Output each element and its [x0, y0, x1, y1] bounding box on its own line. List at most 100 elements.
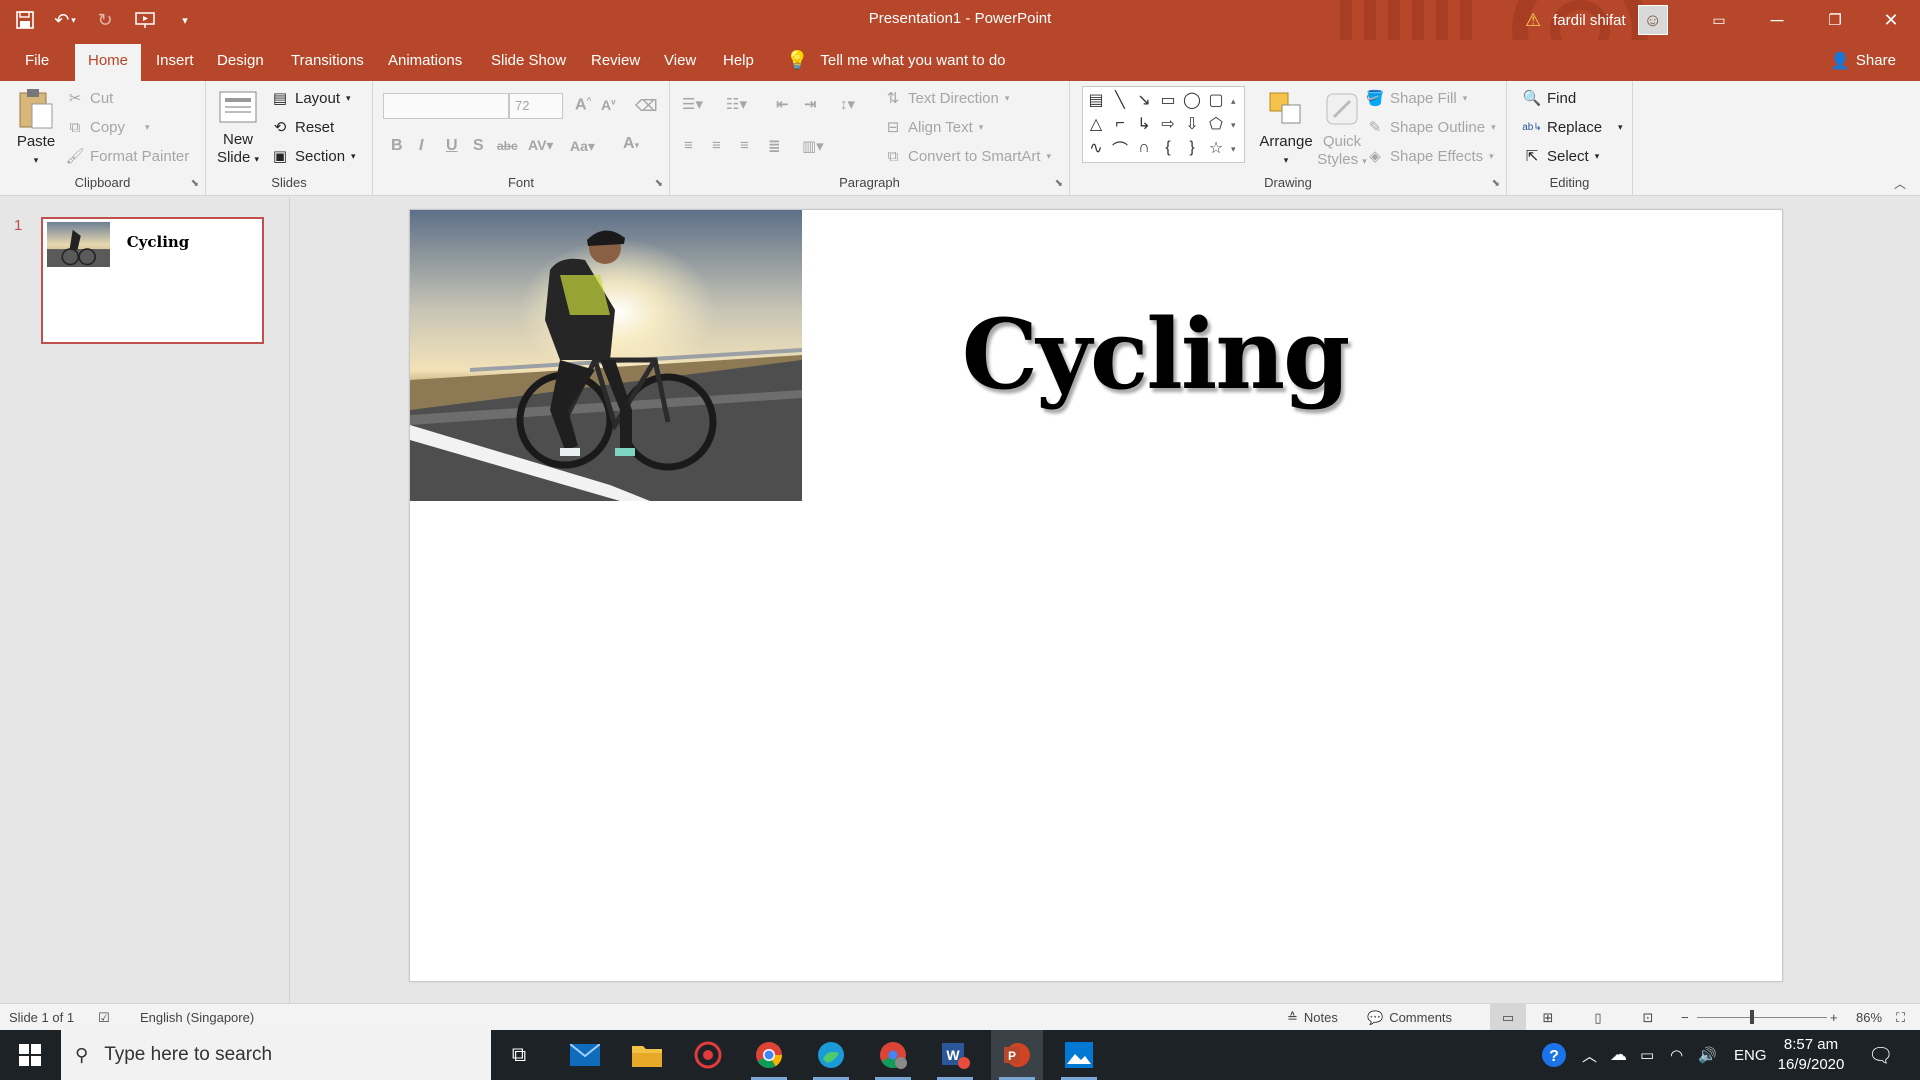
mail-icon[interactable]	[559, 1030, 611, 1080]
save-icon[interactable]	[14, 9, 36, 31]
collapse-ribbon-icon[interactable]: ︿	[1894, 175, 1906, 192]
spell-check-icon[interactable]: ☑	[98, 1004, 110, 1031]
normal-view-icon[interactable]: ▭	[1490, 1004, 1526, 1031]
slide-sorter-icon[interactable]: ⊞	[1538, 1004, 1558, 1031]
cyclist-picture[interactable]	[410, 210, 802, 501]
notes-button[interactable]: ≙ Notes	[1287, 1004, 1338, 1031]
font-name-combo[interactable]	[383, 93, 509, 119]
star-icon[interactable]: ☆	[1205, 137, 1227, 159]
windows-start-icon[interactable]	[4, 1030, 56, 1080]
down-arrow-icon[interactable]: ⇩	[1181, 113, 1203, 135]
tell-me-search[interactable]: 💡 Tell me what you want to do	[786, 40, 1006, 81]
right-brace-icon[interactable]: }	[1181, 137, 1203, 159]
justify-icon[interactable]: ≣	[768, 137, 781, 155]
word-icon[interactable]: W	[929, 1030, 981, 1080]
tab-animations[interactable]: Animations	[382, 40, 468, 81]
dialog-launcher-icon[interactable]: ⬊	[655, 178, 663, 189]
powerpoint-icon[interactable]: P	[991, 1030, 1043, 1080]
oval-icon[interactable]: ◯	[1181, 89, 1203, 111]
media-app-icon[interactable]	[682, 1030, 734, 1080]
underline-icon[interactable]: U	[446, 137, 458, 155]
taskbar-search-box[interactable]: ⚲ Type here to search	[61, 1030, 491, 1080]
decrease-indent-icon[interactable]: ⇤	[776, 95, 789, 113]
quick-styles-button[interactable]: Quick Styles ▾	[1314, 89, 1370, 170]
select-button[interactable]: ⇱ Select ▾	[1523, 147, 1600, 166]
clock[interactable]: 8:57 am 16/9/2020	[1776, 1030, 1846, 1080]
zoom-slider[interactable]	[1697, 1004, 1827, 1031]
slide-show-icon[interactable]: ⊡	[1638, 1004, 1658, 1031]
photos-icon[interactable]	[1053, 1030, 1105, 1080]
elbow-connector-icon[interactable]: ⌐	[1109, 113, 1131, 135]
align-right-icon[interactable]: ≡	[740, 137, 749, 154]
chrome-profile-icon[interactable]	[867, 1030, 919, 1080]
bullets-icon[interactable]: ☰▾	[682, 95, 703, 113]
italic-icon[interactable]: I	[419, 137, 423, 155]
zoom-out-icon[interactable]: −	[1681, 1004, 1689, 1031]
rectangle-icon[interactable]: ▭	[1157, 89, 1179, 111]
minimize-icon[interactable]: ─	[1748, 0, 1806, 40]
dialog-launcher-icon[interactable]: ⬊	[1055, 178, 1063, 189]
bold-icon[interactable]: B	[391, 137, 403, 155]
restore-icon[interactable]: ❐	[1806, 0, 1864, 40]
change-case-icon[interactable]: Aa▾	[570, 138, 595, 155]
line-spacing-icon[interactable]: ↕▾	[840, 95, 855, 113]
tab-help[interactable]: Help	[717, 40, 760, 81]
tab-home[interactable]: Home	[75, 44, 142, 81]
edge-icon[interactable]	[805, 1030, 857, 1080]
arc-icon[interactable]: ⌒	[1109, 137, 1131, 159]
increase-indent-icon[interactable]: ⇥	[804, 95, 817, 113]
columns-icon[interactable]: ▥▾	[802, 137, 824, 155]
battery-icon[interactable]: ▭	[1640, 1030, 1654, 1080]
pentagon-icon[interactable]: ⬠	[1205, 113, 1227, 135]
elbow-arrow-icon[interactable]: ↳	[1133, 113, 1155, 135]
reading-view-icon[interactable]: ▯	[1588, 1004, 1608, 1031]
account-area[interactable]: ⚠ fardil shifat ☺	[1525, 0, 1668, 40]
replace-button[interactable]: ab↳ Replace ▾	[1522, 118, 1622, 136]
chrome-icon[interactable]	[743, 1030, 795, 1080]
slide-title[interactable]: Cycling	[955, 298, 1355, 411]
redo-icon[interactable]: ↻	[94, 9, 116, 31]
share-button[interactable]: 👤 Share	[1830, 40, 1896, 81]
tab-review[interactable]: Review	[585, 40, 646, 81]
notifications-icon[interactable]: 🗨	[1868, 1030, 1893, 1080]
convert-smartart-button[interactable]: ⧉ Convert to SmartArt ▾	[884, 147, 1051, 165]
wifi-icon[interactable]: ◠	[1670, 1030, 1683, 1080]
show-hidden-icons-icon[interactable]: ︿	[1582, 1030, 1597, 1080]
numbering-icon[interactable]: ☷▾	[726, 95, 747, 113]
left-brace-icon[interactable]: {	[1157, 137, 1179, 159]
shape-outline-button[interactable]: ✎ Shape Outline ▾	[1366, 118, 1496, 137]
language-indicator[interactable]: English (Singapore)	[140, 1004, 254, 1031]
shape-effects-button[interactable]: ◈ Shape Effects ▾	[1366, 147, 1493, 166]
gallery-more-icon[interactable]: ▴ ▾ ▾	[1231, 89, 1236, 161]
task-view-icon[interactable]: ⧉	[493, 1030, 545, 1080]
file-explorer-icon[interactable]	[621, 1030, 673, 1080]
shape-fill-button[interactable]: 🪣 Shape Fill ▾	[1366, 89, 1468, 108]
zoom-level[interactable]: 86%	[1856, 1004, 1882, 1031]
cut-button[interactable]: ✂ Cut	[66, 89, 114, 108]
tab-file[interactable]: File	[19, 40, 55, 81]
right-arrow-icon[interactable]: ⇨	[1157, 113, 1179, 135]
zoom-slider-thumb[interactable]	[1750, 1010, 1755, 1024]
format-painter-button[interactable]: 🖌 Format Painter	[65, 147, 189, 166]
start-from-beginning-icon[interactable]	[134, 9, 156, 31]
onedrive-icon[interactable]: ☁	[1610, 1030, 1627, 1080]
decrease-font-size-icon[interactable]: Av	[601, 97, 616, 113]
tab-slide-show[interactable]: Slide Show	[485, 40, 572, 81]
arrange-button[interactable]: Arrange ▾	[1256, 89, 1316, 169]
dialog-launcher-icon[interactable]: ⬊	[1492, 178, 1500, 189]
comments-button[interactable]: 💬 Comments	[1367, 1004, 1452, 1031]
rounded-rectangle-icon[interactable]: ▢	[1205, 89, 1227, 111]
find-button[interactable]: 🔍 Find	[1523, 89, 1577, 108]
tab-view[interactable]: View	[658, 40, 702, 81]
font-size-combo[interactable]: 72	[509, 93, 563, 119]
input-language[interactable]: ENG	[1734, 1030, 1767, 1080]
tab-transitions[interactable]: Transitions	[285, 40, 370, 81]
curve-icon[interactable]: ∩	[1133, 137, 1155, 159]
close-icon[interactable]: ✕	[1862, 0, 1920, 40]
new-slide-button[interactable]: New Slide ▾	[216, 87, 260, 168]
tab-design[interactable]: Design	[211, 40, 270, 81]
dialog-launcher-icon[interactable]: ⬊	[191, 178, 199, 189]
triangle-icon[interactable]: △	[1085, 113, 1107, 135]
undo-icon[interactable]: ↶ ▾	[54, 9, 76, 31]
zoom-in-icon[interactable]: +	[1830, 1004, 1838, 1031]
